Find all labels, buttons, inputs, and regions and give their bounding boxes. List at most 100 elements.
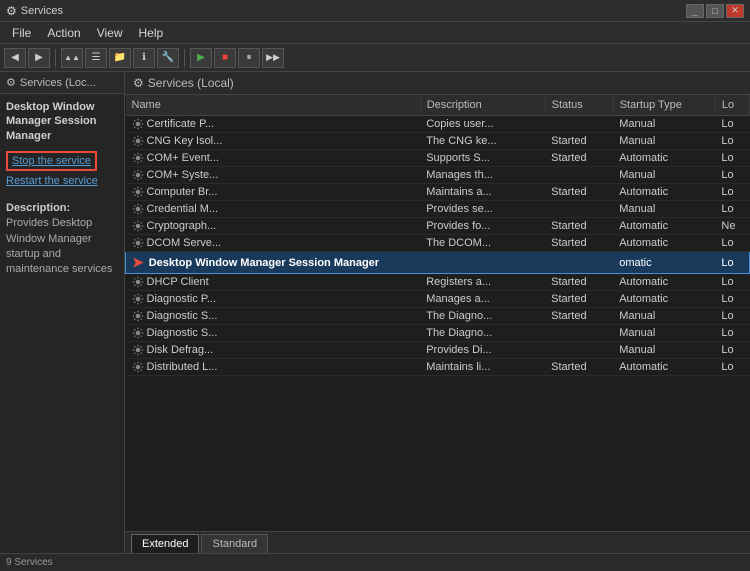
- menu-help[interactable]: Help: [131, 24, 172, 42]
- service-gear-icon: [132, 310, 144, 322]
- service-logon: Lo: [715, 291, 749, 308]
- service-description: Maintains a...: [420, 184, 545, 201]
- service-description: [420, 252, 545, 274]
- table-row[interactable]: Credential M...Provides se...ManualLo: [126, 201, 750, 218]
- menu-action[interactable]: Action: [39, 24, 88, 42]
- service-startup: Automatic: [613, 218, 715, 235]
- back-button[interactable]: ◀: [4, 48, 26, 68]
- service-name: DCOM Serve...: [147, 237, 222, 249]
- service-status: [545, 252, 613, 274]
- service-startup: Manual: [613, 201, 715, 218]
- service-status: [545, 325, 613, 342]
- show-button[interactable]: ☰: [85, 48, 107, 68]
- service-startup: Manual: [613, 133, 715, 150]
- description-label: Description:: [6, 202, 70, 214]
- sidebar-header: ⚙ Services (Loc...: [0, 72, 124, 94]
- maximize-button[interactable]: □: [706, 4, 724, 18]
- table-row[interactable]: Computer Br...Maintains a...StartedAutom…: [126, 184, 750, 201]
- col-desc[interactable]: Description: [420, 95, 545, 116]
- service-status: Started: [545, 150, 613, 167]
- col-startup[interactable]: Startup Type: [613, 95, 715, 116]
- pause-button[interactable]: ⏸: [238, 48, 260, 68]
- table-row[interactable]: Cryptograph...Provides fo...StartedAutom…: [126, 218, 750, 235]
- start-button[interactable]: ▶: [190, 48, 212, 68]
- close-button[interactable]: ✕: [726, 4, 744, 18]
- service-startup: Manual: [613, 342, 715, 359]
- table-row[interactable]: DCOM Serve...The DCOM...StartedAutomatic…: [126, 235, 750, 252]
- status-text: 9 Services: [6, 557, 53, 568]
- forward-button[interactable]: ▶: [28, 48, 50, 68]
- table-row[interactable]: COM+ Syste...Manages th...ManualLo: [126, 167, 750, 184]
- tab-bar: Extended Standard: [125, 531, 750, 553]
- title-bar: ⚙ Services _ □ ✕: [0, 0, 750, 22]
- service-status: Started: [545, 133, 613, 150]
- restart-service-link[interactable]: Restart the service: [6, 173, 118, 189]
- service-description: Copies user...: [420, 116, 545, 133]
- table-row[interactable]: COM+ Event...Supports S...StartedAutomat…: [126, 150, 750, 167]
- service-name: CNG Key Isol...: [147, 135, 223, 147]
- table-row[interactable]: Diagnostic S...The Diagno...ManualLo: [126, 325, 750, 342]
- menu-bar: File Action View Help: [0, 22, 750, 44]
- service-name: Computer Br...: [147, 186, 218, 198]
- toolbar: ◀ ▶ ▲▲ ☰ 📁 ℹ 🔧 ▶ ■ ⏸ ▶▶: [0, 44, 750, 72]
- service-status: Started: [545, 218, 613, 235]
- service-status: [545, 342, 613, 359]
- table-row[interactable]: Distributed L...Maintains li...StartedAu…: [126, 359, 750, 376]
- table-row[interactable]: DHCP ClientRegisters a...StartedAutomati…: [126, 274, 750, 291]
- content-area: ⚙ Services (Local) Name Description Stat…: [125, 72, 750, 553]
- sidebar-header-text: Services (Loc...: [20, 77, 96, 89]
- content-header-icon: ⚙: [133, 76, 144, 90]
- service-status: [545, 201, 613, 218]
- table-row[interactable]: Disk Defrag...Provides Di...ManualLo: [126, 342, 750, 359]
- stop-service-link[interactable]: Stop the service: [6, 151, 97, 171]
- service-description: The Diagno...: [420, 325, 545, 342]
- service-startup: Manual: [613, 325, 715, 342]
- menu-view[interactable]: View: [89, 24, 131, 42]
- service-description: Manages th...: [420, 167, 545, 184]
- table-row[interactable]: CNG Key Isol...The CNG ke...StartedManua…: [126, 133, 750, 150]
- service-logon: Lo: [715, 308, 749, 325]
- service-logon: Lo: [715, 325, 749, 342]
- service-gear-icon: [132, 293, 144, 305]
- service-logon: Lo: [715, 274, 749, 291]
- window-title: Services: [21, 5, 686, 17]
- table-row[interactable]: Diagnostic P...Manages a...StartedAutoma…: [126, 291, 750, 308]
- service-gear-icon: [132, 152, 144, 164]
- service-gear-icon: [132, 135, 144, 147]
- tab-extended[interactable]: Extended: [131, 534, 199, 553]
- folder-button[interactable]: 📁: [109, 48, 131, 68]
- col-logon[interactable]: Lo: [715, 95, 749, 116]
- resume-button[interactable]: ▶▶: [262, 48, 284, 68]
- service-description: Registers a...: [420, 274, 545, 291]
- service-status: Started: [545, 308, 613, 325]
- service-status: Started: [545, 274, 613, 291]
- table-row[interactable]: Diagnostic S...The Diagno...StartedManua…: [126, 308, 750, 325]
- info-button[interactable]: ℹ: [133, 48, 155, 68]
- menu-file[interactable]: File: [4, 24, 39, 42]
- services-table[interactable]: Name Description Status Startup Type Lo …: [125, 95, 750, 531]
- service-gear-icon: [132, 327, 144, 339]
- tab-standard[interactable]: Standard: [201, 534, 268, 553]
- service-description: Maintains li...: [420, 359, 545, 376]
- service-logon: Lo: [715, 342, 749, 359]
- service-startup: omatic: [613, 252, 715, 274]
- service-description: Provides fo...: [420, 218, 545, 235]
- table-row[interactable]: ➤Desktop Window Manager Session Managero…: [126, 252, 750, 274]
- stop-button[interactable]: ■: [214, 48, 236, 68]
- service-startup: Automatic: [613, 150, 715, 167]
- service-logon: Lo: [715, 133, 749, 150]
- table-row[interactable]: Certificate P...Copies user...ManualLo: [126, 116, 750, 133]
- col-status[interactable]: Status: [545, 95, 613, 116]
- col-name[interactable]: Name: [126, 95, 421, 116]
- properties-button[interactable]: 🔧: [157, 48, 179, 68]
- content-header-text: Services (Local): [148, 76, 234, 90]
- service-gear-icon: [132, 220, 144, 232]
- service-gear-icon: [132, 169, 144, 181]
- service-name: Desktop Window Manager Session Manager: [149, 257, 379, 269]
- service-logon: Lo: [715, 201, 749, 218]
- up-button[interactable]: ▲▲: [61, 48, 83, 68]
- service-description: The DCOM...: [420, 235, 545, 252]
- minimize-button[interactable]: _: [686, 4, 704, 18]
- service-gear-icon: [132, 276, 144, 288]
- service-logon: Lo: [715, 184, 749, 201]
